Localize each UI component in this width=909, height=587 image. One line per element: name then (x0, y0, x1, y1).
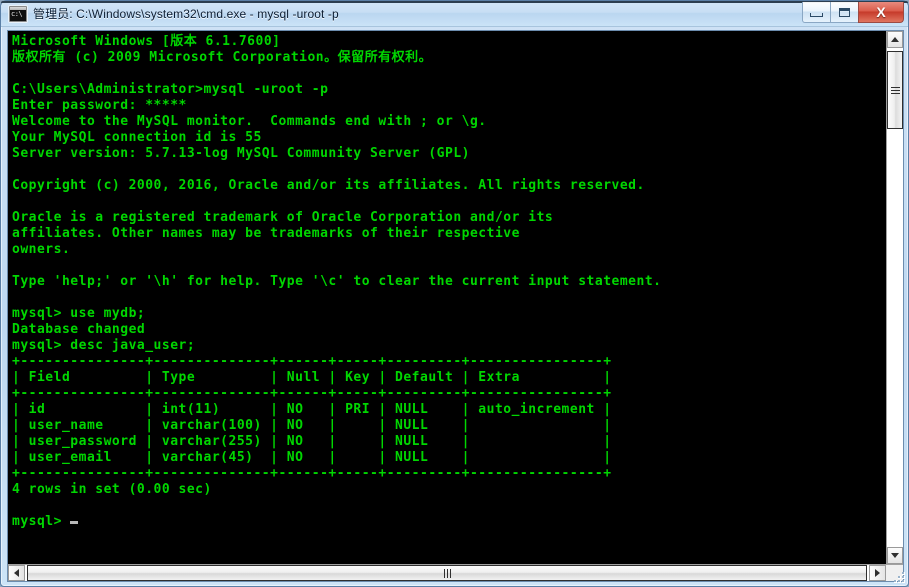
horizontal-scroll-thumb[interactable] (27, 565, 867, 581)
window-controls: X (802, 2, 904, 23)
close-button[interactable]: X (858, 2, 904, 23)
maximize-button[interactable] (830, 2, 859, 23)
window-titlebar[interactable]: 管理员: C:\Windows\system32\cmd.exe - mysql… (1, 1, 908, 27)
scroll-down-button[interactable] (887, 547, 903, 564)
cmd-window: 管理员: C:\Windows\system32\cmd.exe - mysql… (0, 0, 909, 587)
console-client-area: Microsoft Windows [版本 6.1.7600] 版权所有 (c)… (7, 30, 904, 582)
close-icon: X (876, 4, 886, 20)
arrow-down-icon (891, 553, 899, 558)
scrollbar-corner (886, 565, 903, 581)
maximize-icon (839, 7, 850, 17)
scroll-right-button[interactable] (869, 565, 886, 581)
console-output-area[interactable]: Microsoft Windows [版本 6.1.7600] 版权所有 (c)… (8, 31, 886, 564)
arrow-left-icon (14, 569, 19, 577)
scroll-grip-icon (443, 568, 451, 578)
vertical-scroll-thumb[interactable] (887, 51, 903, 129)
console-text: Microsoft Windows [版本 6.1.7600] 版权所有 (c)… (12, 34, 662, 529)
arrow-right-icon (875, 569, 880, 577)
text-cursor (70, 521, 79, 524)
scroll-left-button[interactable] (8, 565, 25, 581)
cmd-console-icon (9, 5, 27, 22)
vertical-scrollbar[interactable] (886, 31, 903, 564)
vertical-scroll-track[interactable] (887, 48, 903, 547)
minimize-button[interactable] (802, 2, 831, 23)
scroll-up-button[interactable] (887, 31, 903, 48)
window-title: 管理员: C:\Windows\system32\cmd.exe - mysql… (33, 7, 339, 21)
scroll-grip-icon (890, 86, 900, 94)
horizontal-scroll-track[interactable] (25, 565, 869, 581)
minimize-icon (810, 13, 823, 17)
arrow-up-icon (891, 37, 899, 42)
horizontal-scrollbar[interactable] (8, 564, 903, 581)
screenshot-root: 管理员: C:\Windows\system32\cmd.exe - mysql… (0, 0, 909, 587)
console-and-vscroll: Microsoft Windows [版本 6.1.7600] 版权所有 (c)… (8, 31, 903, 564)
